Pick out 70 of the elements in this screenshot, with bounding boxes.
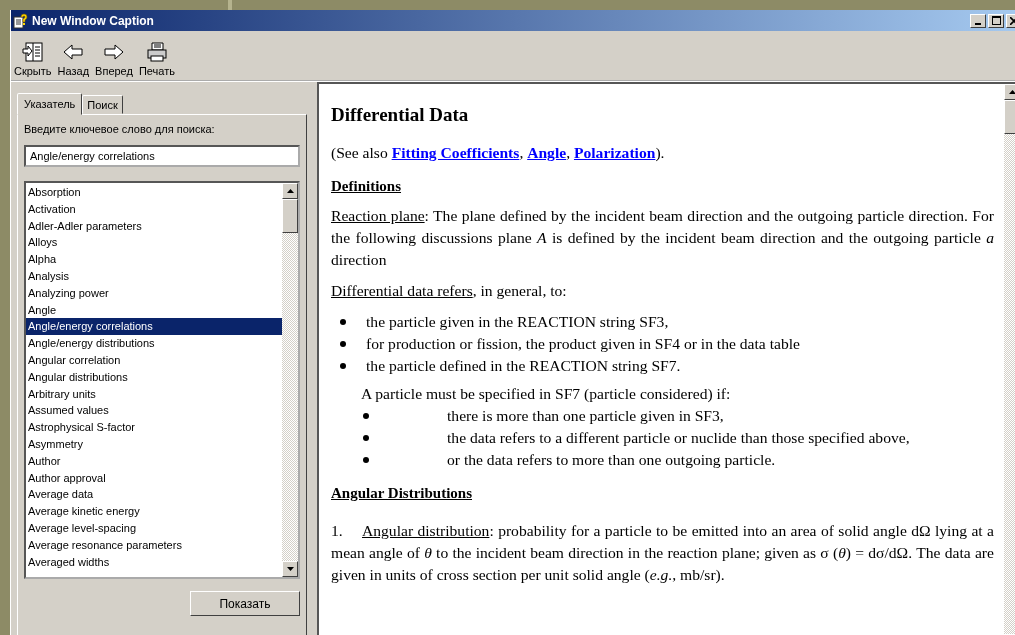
paragraph: Differential data refers, in general, to:	[331, 281, 568, 301]
index-item[interactable]: Average kinetic energy	[26, 503, 282, 520]
index-item[interactable]: Author approval	[26, 469, 282, 487]
list-text: the particle given in the REACTION string SF3,	[366, 312, 669, 332]
index-item[interactable]: Average resonance parameters	[26, 536, 282, 554]
topic-link[interactable]: Fitting Coefficients	[391, 144, 520, 161]
show-button[interactable]: Показать	[190, 591, 300, 616]
bullet-icon	[340, 363, 346, 369]
scrollbar[interactable]	[282, 183, 298, 577]
index-item[interactable]: Angle/energy distributions	[26, 335, 282, 352]
keyword-field[interactable]: Angle/energy correlations	[24, 145, 300, 167]
list-text: there is more than one particle given in SF3,	[447, 406, 724, 426]
topic-title: Differential Data	[331, 104, 470, 126]
back-button[interactable]: Назад	[55, 41, 92, 77]
minimize-button[interactable]	[970, 13, 986, 28]
index-item[interactable]: Absorption	[26, 184, 282, 201]
index-item[interactable]: Author	[26, 452, 282, 470]
topic-link[interactable]: Polarization	[573, 144, 656, 161]
bullet-icon	[340, 319, 346, 325]
list-text: the particle defined in the REACTION string SF7.	[366, 356, 681, 376]
index-item[interactable]: Analysis	[26, 268, 282, 285]
bullet-icon	[363, 457, 369, 463]
index-item[interactable]: Averaged widths	[26, 553, 282, 571]
section-heading: Angular Distributions	[331, 485, 473, 502]
scroll-up-icon	[1008, 90, 1015, 94]
help-icon	[13, 12, 29, 29]
scroll-down-icon	[286, 567, 294, 571]
window-title: New Window Caption	[32, 13, 154, 28]
forward-arrow-icon	[103, 41, 125, 63]
index-item[interactable]: Arbitrary units	[26, 385, 282, 403]
index-item[interactable]: Astrophysical S-factor	[26, 419, 282, 436]
scroll-up-icon	[286, 189, 294, 193]
list-text: for production or fission, the product given in SF4 or in the data table	[366, 334, 800, 354]
index-item[interactable]: Angle/energy correlations	[26, 318, 282, 336]
forward-button[interactable]: Вперед	[93, 41, 135, 77]
search-prompt: Введите ключевое слово для поиска:	[24, 123, 216, 135]
index-item[interactable]: Analyzing power	[26, 284, 282, 302]
index-item[interactable]: Asymmetry	[26, 435, 282, 453]
list-text: the data refers to a different particle or nuclide than those specified above,	[447, 428, 910, 448]
index-item[interactable]: Adler-Adler parameters	[26, 217, 282, 235]
maximize-icon	[991, 16, 1001, 25]
bullet-icon	[340, 341, 346, 347]
bullet-icon	[363, 435, 369, 441]
list-text: or the data refers to more than one outgoing particle.	[447, 450, 776, 470]
printer-icon	[145, 41, 168, 63]
close-icon	[1010, 16, 1015, 25]
panes-icon	[21, 41, 44, 63]
index-item[interactable]: Alloys	[26, 234, 282, 252]
index-item[interactable]: Angular distributions	[26, 368, 282, 386]
bullet-icon	[363, 413, 369, 419]
paragraph: A particle must be specified in SF7 (particle considered) if:	[361, 384, 732, 404]
minimize-icon	[975, 22, 981, 25]
maximize-button[interactable]	[988, 13, 1004, 28]
tab[interactable]: Указатель	[17, 93, 83, 115]
print-button[interactable]: Печать	[136, 41, 177, 77]
section-heading: Definitions	[331, 178, 402, 195]
index-item[interactable]: Angular correlation	[26, 351, 282, 369]
paragraph: Reaction plane: The plane defined by the incident beam direction and the outgoing particle direction. For the following discussions plane A is defined by the incident beam direction and the outgoing particle a direction	[331, 206, 994, 270]
index-item[interactable]: Average level-spacing	[26, 519, 282, 537]
see-also-text: (See also Fitting Coefficients, Angle, Polarization).	[331, 144, 666, 162]
paragraph: 1. Angular distribution: probability for a particle to be emitted into an area of solid angle dΩ lying at a mean angle of θ to the incident beam direction in the reaction plane; given as σ (θ) = dσ/dΩ. The data are given in units of cross section per unit solid angle (e.g., mb/sr).	[331, 521, 994, 585]
back-arrow-icon	[62, 41, 85, 63]
index-item[interactable]: Alpha	[26, 251, 282, 268]
index-item[interactable]: Angle	[26, 301, 282, 319]
index-item[interactable]: Assumed values	[26, 402, 282, 420]
hide-button[interactable]: Скрыть	[12, 41, 54, 77]
tab[interactable]: Поиск	[82, 95, 123, 114]
index-item[interactable]: Activation	[26, 200, 282, 218]
index-item[interactable]: Average data	[26, 486, 282, 504]
scroll-thumb[interactable]	[282, 199, 298, 233]
